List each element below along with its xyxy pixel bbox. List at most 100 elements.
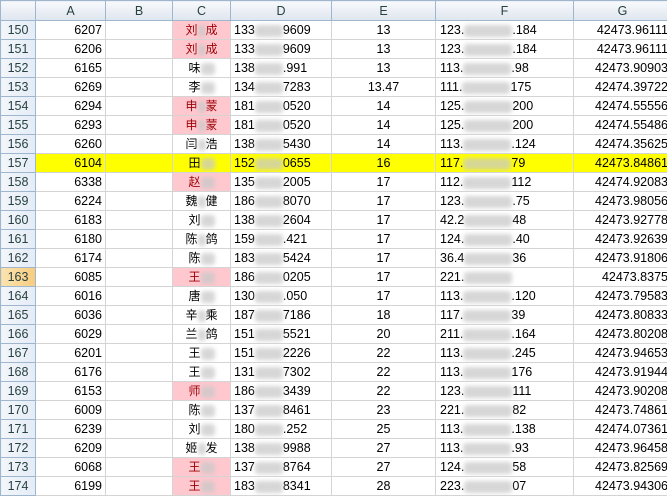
cell-c[interactable]: 闫浩 bbox=[172, 134, 231, 154]
cell-f[interactable]: 113. .138 bbox=[435, 419, 574, 439]
cell-a[interactable]: 6338 bbox=[35, 172, 106, 192]
cell-g[interactable]: 42473.94306 bbox=[573, 476, 667, 496]
cell-d[interactable]: 133 9609 bbox=[230, 20, 332, 40]
row-header[interactable]: 157 bbox=[0, 153, 36, 173]
cell-g[interactable]: 42474.39722 bbox=[573, 77, 667, 97]
cell-a[interactable]: 6029 bbox=[35, 324, 106, 344]
cell-d[interactable]: 131 7302 bbox=[230, 362, 332, 382]
cell-b[interactable] bbox=[105, 381, 173, 401]
row-header[interactable]: 173 bbox=[0, 457, 36, 477]
cell-a[interactable]: 6009 bbox=[35, 400, 106, 420]
cell-b[interactable] bbox=[105, 343, 173, 363]
cell-d[interactable]: 183 8341 bbox=[230, 476, 332, 496]
row-header[interactable]: 158 bbox=[0, 172, 36, 192]
row-header[interactable]: 150 bbox=[0, 20, 36, 40]
cell-d[interactable]: 137 8764 bbox=[230, 457, 332, 477]
row-header[interactable]: 160 bbox=[0, 210, 36, 230]
cell-d[interactable]: 138 9988 bbox=[230, 438, 332, 458]
cell-f[interactable]: 221. bbox=[435, 267, 574, 287]
cell-f[interactable]: 123. 111 bbox=[435, 381, 574, 401]
cell-e[interactable]: 18 bbox=[331, 305, 436, 325]
cell-f[interactable]: 113. .120 bbox=[435, 286, 574, 306]
row-header[interactable]: 170 bbox=[0, 400, 36, 420]
cell-b[interactable] bbox=[105, 96, 173, 116]
cell-d[interactable]: 151 5521 bbox=[230, 324, 332, 344]
cell-e[interactable]: 17 bbox=[331, 267, 436, 287]
cell-e[interactable]: 17 bbox=[331, 286, 436, 306]
cell-a[interactable]: 6209 bbox=[35, 438, 106, 458]
cell-a[interactable]: 6016 bbox=[35, 286, 106, 306]
cell-e[interactable]: 14 bbox=[331, 134, 436, 154]
row-header[interactable]: 168 bbox=[0, 362, 36, 382]
cell-g[interactable]: 42473.8375 bbox=[573, 267, 667, 287]
cell-d[interactable]: 134 7283 bbox=[230, 77, 332, 97]
cell-b[interactable] bbox=[105, 210, 173, 230]
column-header-b[interactable]: B bbox=[105, 0, 173, 21]
cell-c[interactable]: 陈 bbox=[172, 248, 231, 268]
cell-f[interactable]: 124. .40 bbox=[435, 229, 574, 249]
cell-e[interactable]: 17 bbox=[331, 172, 436, 192]
cell-e[interactable]: 14 bbox=[331, 115, 436, 135]
cell-g[interactable]: 42474.07361 bbox=[573, 419, 667, 439]
cell-g[interactable]: 42473.79583 bbox=[573, 286, 667, 306]
cell-f[interactable]: 113. .93 bbox=[435, 438, 574, 458]
cell-a[interactable]: 6199 bbox=[35, 476, 106, 496]
cell-b[interactable] bbox=[105, 153, 173, 173]
cell-a[interactable]: 6269 bbox=[35, 77, 106, 97]
cell-f[interactable]: 113. .245 bbox=[435, 343, 574, 363]
cell-f[interactable]: 42.2 48 bbox=[435, 210, 574, 230]
cell-c[interactable]: 辛乘 bbox=[172, 305, 231, 325]
row-header[interactable]: 163 bbox=[0, 267, 36, 287]
column-header-f[interactable]: F bbox=[435, 0, 574, 21]
cell-b[interactable] bbox=[105, 229, 173, 249]
row-header[interactable]: 166 bbox=[0, 324, 36, 344]
cell-e[interactable]: 27 bbox=[331, 438, 436, 458]
cell-d[interactable]: 151 2226 bbox=[230, 343, 332, 363]
cell-d[interactable]: 130 .050 bbox=[230, 286, 332, 306]
cell-d[interactable]: 133 9609 bbox=[230, 39, 332, 59]
cell-c[interactable]: 陈鸽 bbox=[172, 229, 231, 249]
cell-g[interactable]: 42474.92083 bbox=[573, 172, 667, 192]
cell-d[interactable]: 187 7186 bbox=[230, 305, 332, 325]
cell-f[interactable]: 117. 79 bbox=[435, 153, 574, 173]
cell-a[interactable]: 6165 bbox=[35, 58, 106, 78]
cell-a[interactable]: 6294 bbox=[35, 96, 106, 116]
cell-d[interactable]: 180 .252 bbox=[230, 419, 332, 439]
cell-e[interactable]: 17 bbox=[331, 248, 436, 268]
cell-f[interactable]: 124. 58 bbox=[435, 457, 574, 477]
row-header[interactable]: 172 bbox=[0, 438, 36, 458]
cell-a[interactable]: 6104 bbox=[35, 153, 106, 173]
cell-b[interactable] bbox=[105, 77, 173, 97]
cell-e[interactable]: 17 bbox=[331, 191, 436, 211]
cell-d[interactable]: 135 2005 bbox=[230, 172, 332, 192]
cell-b[interactable] bbox=[105, 172, 173, 192]
cell-g[interactable]: 42473.91944 bbox=[573, 362, 667, 382]
cell-g[interactable]: 42473.96458 bbox=[573, 438, 667, 458]
cell-g[interactable]: 42473.74861 bbox=[573, 400, 667, 420]
cell-b[interactable] bbox=[105, 20, 173, 40]
cell-c[interactable]: 刘 bbox=[172, 419, 231, 439]
cell-f[interactable]: 113. .98 bbox=[435, 58, 574, 78]
cell-d[interactable]: 186 3439 bbox=[230, 381, 332, 401]
cell-f[interactable]: 111. 175 bbox=[435, 77, 574, 97]
cell-g[interactable]: 42473.82569 bbox=[573, 457, 667, 477]
row-header[interactable]: 169 bbox=[0, 381, 36, 401]
column-header-a[interactable]: A bbox=[35, 0, 106, 21]
cell-a[interactable]: 6239 bbox=[35, 419, 106, 439]
cell-g[interactable]: 42473.90208 bbox=[573, 381, 667, 401]
cell-d[interactable]: 183 5424 bbox=[230, 248, 332, 268]
cell-e[interactable]: 22 bbox=[331, 381, 436, 401]
cell-c[interactable]: 师 bbox=[172, 381, 231, 401]
cell-e[interactable]: 25 bbox=[331, 419, 436, 439]
cell-f[interactable]: 36.4 36 bbox=[435, 248, 574, 268]
cell-e[interactable]: 13 bbox=[331, 39, 436, 59]
row-header[interactable]: 159 bbox=[0, 191, 36, 211]
cell-f[interactable]: 123. .184 bbox=[435, 39, 574, 59]
cell-b[interactable] bbox=[105, 58, 173, 78]
cell-f[interactable]: 125. 200 bbox=[435, 115, 574, 135]
cell-c[interactable]: 田 bbox=[172, 153, 231, 173]
cell-d[interactable]: 138 5430 bbox=[230, 134, 332, 154]
cell-c[interactable]: 刘成 bbox=[172, 39, 231, 59]
cell-b[interactable] bbox=[105, 476, 173, 496]
cell-c[interactable]: 王 bbox=[172, 476, 231, 496]
